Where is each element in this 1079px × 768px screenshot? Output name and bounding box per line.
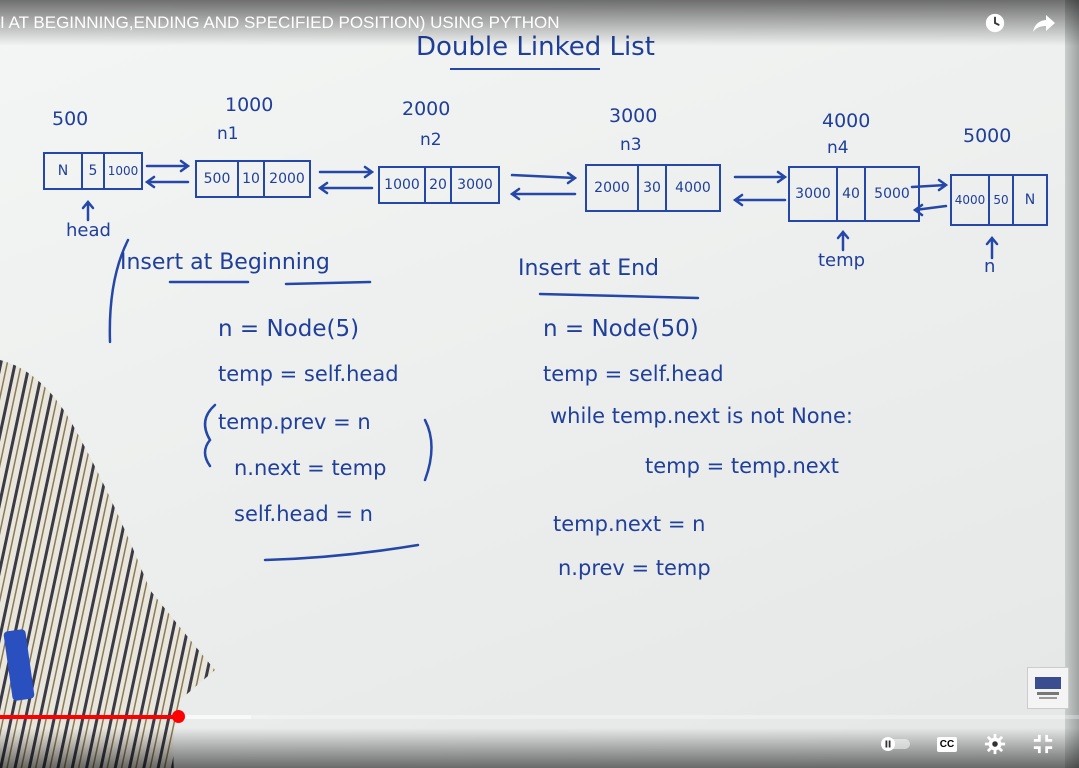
code-line: n = Node(50) [543, 316, 699, 342]
left-section-title: Insert at Beginning [120, 250, 330, 275]
controls-gradient [0, 728, 1079, 768]
share-icon [1033, 15, 1055, 32]
temp-pointer-label: temp [818, 250, 866, 271]
channel-logo-icon [1035, 677, 1061, 699]
code-line: temp = self.head [218, 362, 399, 386]
code-line: n = Node(5) [218, 316, 360, 342]
channel-watermark[interactable] [1027, 667, 1069, 709]
settings-button[interactable] [981, 730, 1009, 758]
progress-played [0, 715, 179, 719]
progress-bar[interactable] [0, 710, 1079, 723]
scrubber-handle[interactable] [172, 710, 186, 723]
autoplay-toggle[interactable] [878, 730, 914, 758]
exit-fullscreen-button[interactable] [1029, 730, 1057, 758]
cc-label: CC [939, 738, 955, 750]
code-line: temp = self.head [543, 362, 724, 386]
presenter [0, 360, 215, 768]
code-line: self.head = n [234, 502, 373, 526]
code-line: n.prev = temp [558, 556, 711, 580]
code-line: temp = temp.next [645, 454, 840, 478]
code-line: n.next = temp [234, 456, 387, 480]
right-section-title: Insert at End [518, 256, 660, 281]
head-pointer-label: head [66, 220, 111, 241]
code-line: temp.prev = n [218, 410, 371, 434]
pause-icon [881, 737, 910, 751]
video-player[interactable]: Double Linked List 500 1000 2000 3000 40… [0, 0, 1079, 768]
exit-fullscreen-icon [1033, 734, 1053, 754]
share-button[interactable] [1030, 9, 1058, 37]
code-line: temp.next = n [553, 512, 706, 536]
video-title[interactable]: I AT BEGINNING,ENDING AND SPECIFIED POSI… [0, 13, 560, 33]
code-line: while temp.next is not None: [550, 404, 853, 428]
n-pointer-label: n [984, 256, 996, 277]
clock-icon [985, 13, 1005, 33]
watch-later-button[interactable] [981, 9, 1009, 37]
cc-icon: CC [936, 736, 958, 752]
subtitles-button[interactable]: CC [933, 730, 961, 758]
settings-icon [984, 733, 1006, 755]
